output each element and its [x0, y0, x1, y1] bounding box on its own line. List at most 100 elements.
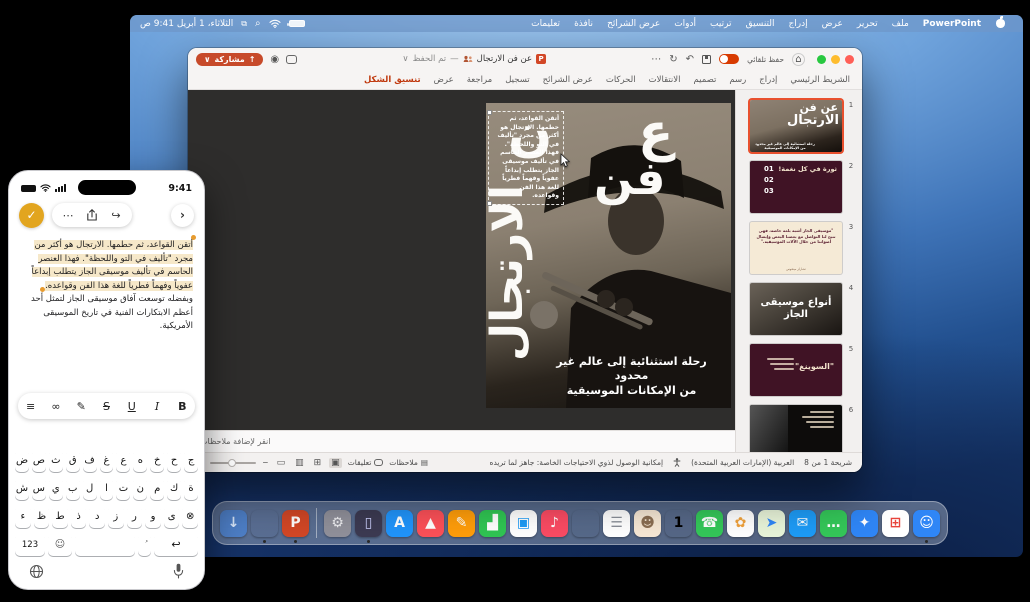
notes-pane[interactable]: انقر لإضافة ملاحظات	[188, 430, 735, 452]
wifi-icon[interactable]	[269, 19, 281, 28]
dock-icon[interactable]: P	[282, 510, 309, 537]
more-options-button[interactable]: ⋯	[58, 205, 78, 225]
zoom-slider[interactable]	[210, 462, 256, 464]
letter-key[interactable]: ش	[15, 477, 29, 500]
slide-thumbnail-2[interactable]: ثورة في كل نغمة! 01 02 03	[750, 161, 842, 213]
menu-item[interactable]: تحرير	[850, 19, 885, 29]
share-button[interactable]	[82, 205, 102, 225]
note-text-area[interactable]: أتقن القواعد، ثم حطمها. الارتجال هو أكثر…	[20, 239, 193, 334]
letter-key[interactable]: ظ	[34, 505, 50, 528]
letter-key[interactable]: ض	[15, 449, 29, 472]
dictation-mic-key[interactable]	[173, 563, 184, 579]
slide-thumbnail-6[interactable]	[750, 405, 842, 452]
normal-view-button[interactable]: ▣	[329, 458, 342, 468]
dock-icon[interactable]: ➤	[758, 510, 785, 537]
save-status-chevron-icon[interactable]: ∨	[402, 54, 408, 64]
dock-icon[interactable]: ↓	[220, 510, 247, 537]
dock-icon[interactable]: ✎	[448, 510, 475, 537]
dock-icon[interactable]: ▲	[417, 510, 444, 537]
selected-text[interactable]: أتقن القواعد، ثم حطمها. الارتجال هو أكثر…	[32, 240, 194, 291]
dock-icon[interactable]: ✉	[789, 510, 816, 537]
menu-item[interactable]: إدراج	[782, 19, 815, 29]
globe-key[interactable]	[29, 564, 44, 579]
space-key[interactable]	[75, 533, 135, 556]
menu-item[interactable]: عرض الشرائح	[600, 19, 667, 29]
ribbon-tab[interactable]: عرض الشرائح	[543, 75, 593, 85]
dock-icon[interactable]: ✦	[851, 510, 878, 537]
share-button[interactable]: ∨ مشاركة ↑	[196, 53, 263, 66]
slide-title-word-2[interactable]: فن	[594, 155, 666, 201]
dock-icon[interactable]: …	[820, 510, 847, 537]
ribbon-tab[interactable]: الانتقالات	[649, 75, 681, 85]
format-button[interactable]: I	[148, 400, 166, 413]
letter-key[interactable]: ي	[49, 477, 63, 500]
menu-item[interactable]: نافذة	[567, 19, 600, 29]
slide-thumbnail-3[interactable]: "موسيقى الجاز أشبه بلغة خاصة، فهي تتيح ل…	[750, 222, 842, 274]
menu-item[interactable]: أدوات	[667, 19, 703, 29]
format-button[interactable]: ✎	[72, 400, 90, 413]
letter-key[interactable]: ى	[164, 505, 180, 528]
letter-key[interactable]: ف	[83, 449, 97, 472]
slide-canvas[interactable]: ع ن فن الارتجال أتقن القواعد، ثم حطمها. …	[486, 103, 731, 408]
menu-item[interactable]: ترتيب	[703, 19, 739, 29]
menu-item[interactable]: عرض	[815, 19, 850, 29]
letter-key[interactable]: ك	[167, 477, 181, 500]
format-button[interactable]: ∞	[47, 400, 65, 413]
slide-thumbnail-5[interactable]: "السوينغ"	[750, 344, 842, 396]
return-key[interactable]: ↩	[154, 533, 198, 556]
dock-icon[interactable]	[251, 510, 278, 537]
dock-icon[interactable]: ▣	[510, 510, 537, 537]
letter-key[interactable]: س	[32, 477, 46, 500]
selection-handle-start[interactable]	[191, 235, 196, 240]
letter-key[interactable]: م	[150, 477, 164, 500]
letter-key[interactable]: ع	[116, 449, 130, 472]
letter-key[interactable]: ط	[52, 505, 68, 528]
diacritic-key[interactable]: ُ	[138, 533, 151, 556]
ribbon-tab[interactable]: تصميم	[694, 75, 717, 85]
menu-item[interactable]: ملف	[885, 19, 916, 29]
dock-icon[interactable]: ⚙	[324, 510, 351, 537]
done-check-button[interactable]: ✓	[19, 203, 44, 228]
language-indicator[interactable]: العربية (الإمارات العربية المتحدة)	[691, 458, 794, 467]
dock-icon[interactable]: ✿	[727, 510, 754, 537]
slideshow-view-button[interactable]: ▭	[275, 458, 288, 468]
more-options-icon[interactable]: ⋯	[651, 54, 661, 65]
reading-view-button[interactable]: ▥	[293, 458, 306, 468]
letter-key[interactable]: ز	[108, 505, 124, 528]
letter-key[interactable]: ا	[100, 477, 114, 500]
letter-key[interactable]: خ	[150, 449, 164, 472]
dock-icon[interactable]: ☻	[634, 510, 661, 537]
ribbon-tab[interactable]: تنسيق الشكل	[364, 75, 421, 85]
battery-icon[interactable]	[289, 20, 305, 27]
notes-toggle[interactable]: ▤ملاحظات	[389, 458, 428, 467]
letter-key[interactable]: ة	[184, 477, 198, 500]
letter-key[interactable]: ب	[66, 477, 80, 500]
menu-item-app[interactable]: PowerPoint	[916, 19, 988, 29]
ribbon-tab[interactable]: الحركات	[606, 75, 636, 85]
dock-icon[interactable]	[572, 510, 599, 537]
dock-icon[interactable]: A	[386, 510, 413, 537]
menubar-clock[interactable]: الثلاثاء، 1 أبريل 9:41 ص	[140, 19, 233, 29]
letter-key[interactable]: غ	[100, 449, 114, 472]
letter-key[interactable]: ء	[15, 505, 31, 528]
spotlight-search-icon[interactable]: ⌕	[255, 18, 261, 29]
letter-key[interactable]: ج	[184, 449, 198, 472]
ribbon-tab[interactable]: مراجعة	[467, 75, 493, 85]
zoom-window-button[interactable]	[817, 55, 826, 64]
letter-key[interactable]: ذ	[71, 505, 87, 528]
presenter-coach-icon[interactable]: ◉	[270, 54, 279, 65]
minimize-window-button[interactable]	[831, 55, 840, 64]
slide-editing-area[interactable]: ع ن فن الارتجال أتقن القواعد، ثم حطمها. …	[188, 90, 735, 430]
numbers-key[interactable]: 123	[15, 533, 45, 556]
save-status[interactable]: تم الحفظ	[413, 54, 447, 64]
ribbon-tab[interactable]: عرض	[434, 75, 454, 85]
close-window-button[interactable]	[845, 55, 854, 64]
ribbon-tab[interactable]: رسم	[729, 75, 746, 85]
emoji-key[interactable]: ☺	[48, 533, 72, 556]
ribbon-tab[interactable]: الشريط الرئيسي	[790, 75, 850, 85]
control-center-icon[interactable]: ⧉	[241, 19, 247, 29]
dock-icon[interactable]: ▯	[355, 510, 382, 537]
menu-item[interactable]: التنسيق	[739, 19, 782, 29]
letter-key[interactable]: ث	[49, 449, 63, 472]
document-title[interactable]: عن فن الارتجال	[477, 54, 532, 64]
